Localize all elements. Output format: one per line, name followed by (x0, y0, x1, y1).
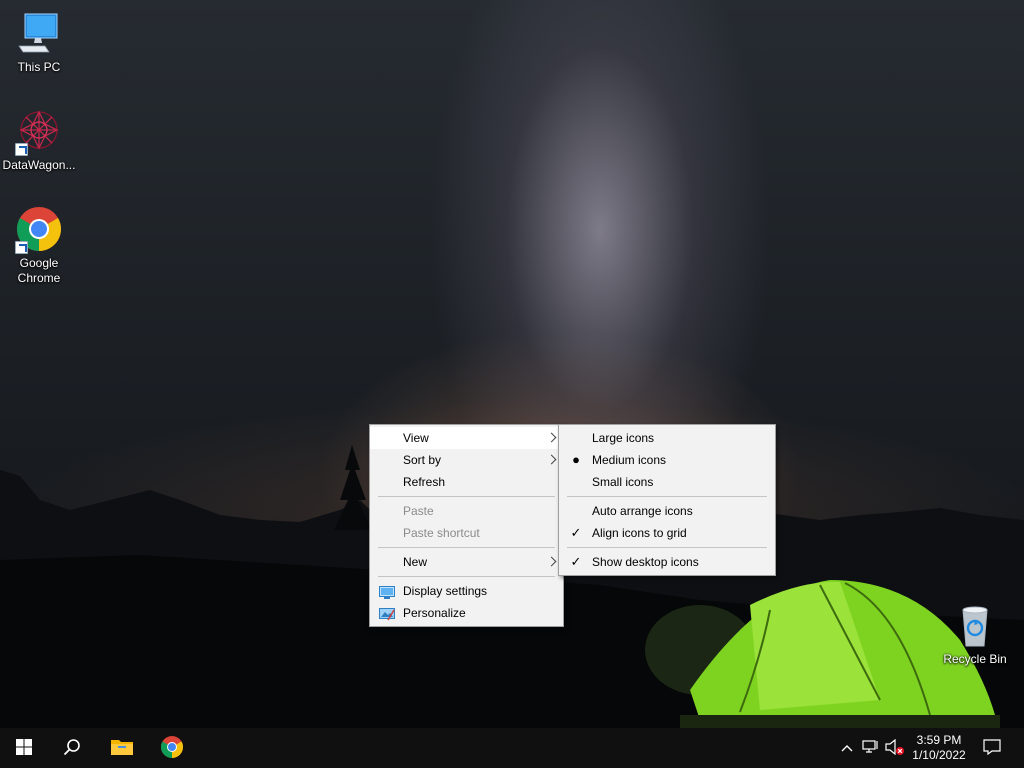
menu-separator (567, 547, 767, 548)
chrome-icon (15, 206, 63, 254)
datawagon-icon (15, 108, 63, 156)
personalize-icon (379, 606, 395, 621)
desktop-icon-google-chrome[interactable]: Google Chrome (1, 206, 77, 286)
menu-item-label: Paste (403, 504, 434, 518)
menu-item-label: Personalize (403, 606, 466, 620)
network-icon (862, 739, 880, 758)
menu-item-small-icons[interactable]: Small icons (559, 471, 775, 493)
shortcut-arrow-icon (15, 143, 28, 156)
checkmark-icon: ✓ (570, 525, 582, 540)
network-tray-button[interactable] (860, 728, 882, 768)
desktop-context-menu: View Sort by Refresh Paste Paste shortcu… (369, 424, 564, 627)
desktop-icon-label: This PC (17, 60, 61, 74)
taskbar-clock[interactable]: 3:59 PM 1/10/2022 (900, 733, 978, 763)
clock-date: 1/10/2022 (912, 748, 966, 762)
menu-item-paste-shortcut[interactable]: Paste shortcut (370, 522, 563, 544)
taskbar: 3:59 PM 1/10/2022 (0, 728, 1024, 768)
menu-item-large-icons[interactable]: Large icons (559, 427, 775, 449)
display-settings-icon (379, 584, 395, 599)
menu-item-display-settings[interactable]: Display settings (370, 580, 563, 602)
menu-item-label: Large icons (592, 431, 655, 445)
menu-item-refresh[interactable]: Refresh (370, 471, 563, 493)
menu-separator (567, 496, 767, 497)
menu-item-align-icons-to-grid[interactable]: ✓ Align icons to grid (559, 522, 775, 544)
menu-item-show-desktop-icons[interactable]: ✓ Show desktop icons (559, 551, 775, 573)
menu-item-sort-by[interactable]: Sort by (370, 449, 563, 471)
menu-item-label: New (403, 555, 428, 569)
chrome-icon (160, 735, 184, 762)
chevron-up-icon (841, 741, 853, 755)
desktop-icon-label: Recycle Bin (943, 652, 1007, 666)
menu-item-auto-arrange-icons[interactable]: Auto arrange icons (559, 500, 775, 522)
menu-item-label: Medium icons (592, 453, 667, 467)
menu-item-label: View (403, 431, 429, 445)
start-icon (16, 738, 32, 758)
chevron-right-icon (546, 556, 557, 567)
notification-center-button[interactable] (978, 728, 1006, 768)
menu-item-medium-icons[interactable]: ● Medium icons (559, 449, 775, 471)
menu-item-view[interactable]: View (370, 427, 563, 449)
menu-separator (378, 496, 555, 497)
show-hidden-icons-button[interactable] (838, 728, 856, 768)
view-submenu: Large icons ● Medium icons Small icons A… (558, 424, 776, 576)
chevron-right-icon (546, 454, 557, 465)
desktop-icon-label: DataWagon... (2, 158, 76, 172)
file-explorer-icon (110, 737, 134, 760)
file-explorer-button[interactable] (98, 728, 146, 768)
notification-icon (983, 738, 1001, 758)
menu-item-label: Display settings (403, 584, 488, 598)
menu-separator (378, 576, 555, 577)
checkmark-icon: ✓ (570, 554, 582, 569)
radio-bullet-icon: ● (572, 452, 580, 467)
menu-item-personalize[interactable]: Personalize (370, 602, 563, 624)
search-button[interactable] (48, 728, 96, 768)
menu-item-label: Sort by (403, 453, 442, 467)
search-icon (63, 738, 81, 759)
desktop-icon-datawagon[interactable]: DataWagon... (1, 108, 77, 173)
chevron-right-icon (546, 432, 557, 443)
menu-item-label: Refresh (403, 475, 446, 489)
clock-time: 3:59 PM (916, 733, 962, 747)
menu-separator (378, 547, 555, 548)
computer-icon (15, 10, 63, 58)
desktop-icon-recycle-bin[interactable]: Recycle Bin (937, 602, 1013, 667)
menu-item-new[interactable]: New (370, 551, 563, 573)
menu-item-label: Show desktop icons (592, 555, 699, 569)
recycle-bin-icon (951, 602, 999, 650)
shortcut-arrow-icon (15, 241, 28, 254)
desktop-icon-label: Google Chrome (17, 256, 61, 285)
desktop-icon-this-pc[interactable]: This PC (1, 10, 77, 75)
menu-item-label: Paste shortcut (403, 526, 480, 540)
menu-item-label: Auto arrange icons (592, 504, 693, 518)
menu-item-paste[interactable]: Paste (370, 500, 563, 522)
chrome-taskbar-button[interactable] (148, 728, 196, 768)
start-button[interactable] (0, 728, 48, 768)
menu-item-label: Align icons to grid (592, 526, 687, 540)
menu-item-label: Small icons (592, 475, 654, 489)
